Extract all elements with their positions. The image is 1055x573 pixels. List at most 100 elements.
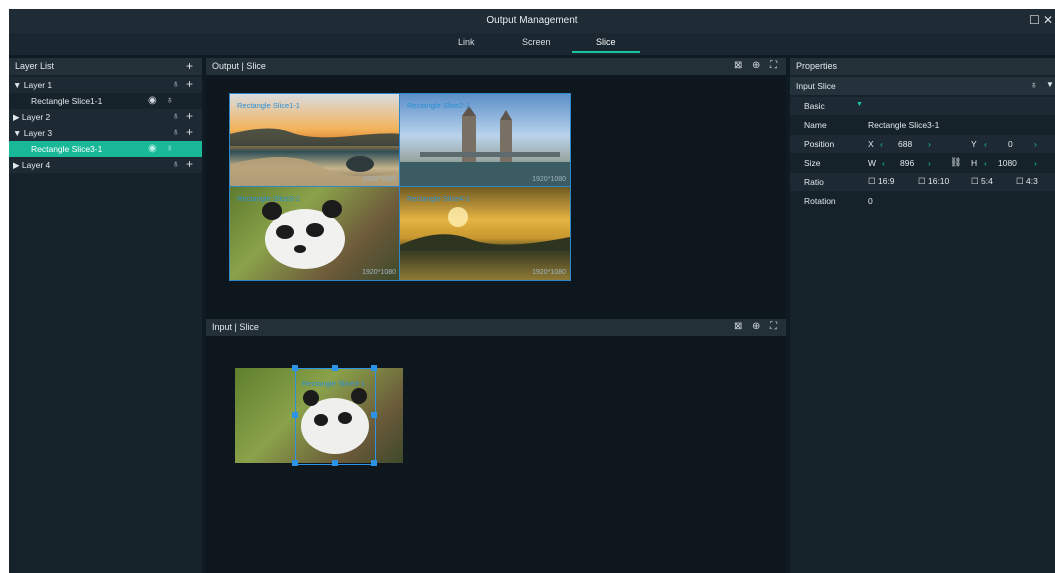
properties-panel: Properties Input Slice ♁ ▼ Basic ▼ Name … — [790, 58, 1055, 573]
layer-label: ▶ Layer 2 — [13, 112, 51, 122]
basic-label: Basic — [804, 101, 825, 111]
resize-handle[interactable] — [292, 412, 298, 418]
name-label: Name — [804, 120, 827, 130]
name-value[interactable]: Rectangle Slice3-1 — [868, 120, 939, 130]
tile-resolution: 1920*1080 — [362, 269, 396, 276]
add-slice-icon[interactable]: + — [186, 157, 193, 171]
ratio-option-16-10[interactable]: ☐ 16:10 — [918, 176, 949, 187]
x-value[interactable]: 688 — [898, 139, 912, 149]
ratio-label: Ratio — [804, 177, 824, 187]
resize-handle[interactable] — [292, 460, 298, 466]
layer-item-1[interactable]: ▼ Layer 1 ♁ + — [9, 77, 202, 93]
add-slice-icon[interactable]: + — [186, 77, 193, 91]
ratio-option-4-3[interactable]: ☐ 4:3 — [1016, 176, 1038, 187]
basic-row[interactable]: Basic ▼ — [790, 97, 1055, 115]
input-slice-section: Input Slice ♁ ▼ — [790, 77, 1055, 95]
fullscreen-icon[interactable]: ⛶ — [770, 321, 777, 332]
fullscreen-icon[interactable]: ⛶ — [770, 60, 777, 71]
resize-handle[interactable] — [332, 365, 338, 371]
layer-item-4[interactable]: ▶ Layer 4 ♁ + — [9, 157, 202, 173]
lock-icon[interactable]: ♁ — [172, 111, 180, 122]
layer-label: ▼ Layer 1 — [13, 80, 53, 90]
ratio-option-5-4[interactable]: ☐ 5:4 — [971, 176, 993, 187]
canvas-area: Output | Slice ⊠ ⊕ ⛶ Rectangle Slice1-1 … — [206, 58, 786, 573]
tile-caption: Rectangle Slice1-1 — [237, 101, 300, 110]
rotation-row: Rotation 0 — [790, 192, 1055, 210]
layer-list-header: Layer List + — [9, 58, 202, 75]
title-bar: Output Management ☐ ✕ — [9, 9, 1055, 33]
layer-list-title: Layer List — [15, 61, 55, 71]
maximize-icon[interactable]: ☐ — [1029, 13, 1040, 27]
eye-icon[interactable]: ◉ — [148, 143, 157, 154]
increment-icon[interactable]: › — [928, 139, 931, 149]
w-value[interactable]: 896 — [900, 158, 914, 168]
input-panel-title: Input | Slice — [212, 322, 259, 332]
tile-caption: Rectangle Slice4-1 — [407, 194, 470, 203]
selected-slice-box[interactable]: Rectangle Slice3-1 — [295, 368, 376, 465]
decrement-icon[interactable]: ‹ — [880, 139, 883, 149]
center-icon[interactable]: ⊕ — [752, 60, 760, 71]
input-panel-header: Input | Slice ⊠ ⊕ ⛶ — [206, 319, 786, 336]
layer-label: ▶ Layer 4 — [13, 160, 51, 170]
output-slice-tile[interactable]: Rectangle Slice1-1 1920*1080 — [229, 93, 401, 188]
add-slice-icon[interactable]: + — [186, 125, 193, 139]
ratio-option-label: 4:3 — [1025, 176, 1038, 186]
resize-handle[interactable] — [292, 365, 298, 371]
tile-caption: Rectangle Slice3-1 — [237, 194, 300, 203]
add-slice-icon[interactable]: + — [186, 109, 193, 123]
slice-label: Rectangle Slice3-1 — [31, 144, 103, 154]
eye-icon[interactable]: ◉ — [148, 95, 157, 106]
position-row: Position X ‹ 688 › Y ‹ 0 › — [790, 135, 1055, 153]
fit-icon[interactable]: ⊠ — [734, 60, 742, 71]
resize-handle[interactable] — [371, 365, 377, 371]
fit-icon[interactable]: ⊠ — [734, 321, 742, 332]
slice-item-3-1[interactable]: Rectangle Slice3-1 ◉ ♁ — [9, 141, 202, 157]
layer-item-2[interactable]: ▶ Layer 2 ♁ + — [9, 109, 202, 125]
output-slice-tile[interactable]: Rectangle Slice4-1 1920*1080 — [399, 186, 571, 281]
dropdown-icon[interactable]: ▼ — [1046, 80, 1054, 89]
tab-screen[interactable]: Screen — [522, 37, 551, 47]
y-value[interactable]: 0 — [1008, 139, 1013, 149]
slice-caption: Rectangle Slice3-1 — [302, 379, 365, 388]
output-slice-tile[interactable]: Rectangle Slice2-1 1920*1080 — [399, 93, 571, 188]
position-label: Position — [804, 139, 835, 149]
lock-icon[interactable]: ♁ — [166, 143, 174, 154]
lock-icon[interactable]: ♁ — [166, 95, 174, 106]
slice-item-1-1[interactable]: Rectangle Slice1-1 ◉ ♁ — [9, 93, 202, 109]
ratio-option-16-9[interactable]: ☐ 16:9 — [868, 176, 895, 187]
increment-icon[interactable]: › — [1034, 139, 1037, 149]
decrement-icon[interactable]: ‹ — [984, 158, 987, 168]
rotation-value[interactable]: 0 — [868, 196, 873, 206]
output-slice-tile[interactable]: Rectangle Slice3-1 1920*1080 — [229, 186, 401, 281]
increment-icon[interactable]: › — [1034, 158, 1037, 168]
tab-slice[interactable]: Slice — [596, 37, 616, 47]
window-title: Output Management — [486, 15, 578, 26]
expand-icon[interactable]: ▼ — [856, 101, 863, 108]
lock-icon[interactable]: ♁ — [172, 79, 180, 90]
resize-handle[interactable] — [371, 412, 377, 418]
h-value[interactable]: 1080 — [998, 158, 1017, 168]
resize-handle[interactable] — [332, 460, 338, 466]
ratio-option-label: 16:9 — [877, 176, 895, 186]
close-icon[interactable]: ✕ — [1043, 13, 1053, 27]
add-layer-icon[interactable]: + — [186, 59, 193, 73]
slice-label: Rectangle Slice1-1 — [31, 96, 103, 106]
resize-handle[interactable] — [371, 460, 377, 466]
lock-icon[interactable]: ♁ — [1030, 80, 1038, 91]
tab-bar: Link Screen Slice — [9, 33, 1055, 55]
layer-list-panel: Layer List + ▼ Layer 1 ♁ + Rectangle Sli… — [9, 58, 202, 573]
tab-link[interactable]: Link — [458, 37, 475, 47]
ratio-option-label: 16:10 — [927, 176, 950, 186]
h-label: H — [971, 158, 978, 168]
lock-icon[interactable]: ♁ — [172, 127, 180, 138]
output-panel-header: Output | Slice ⊠ ⊕ ⛶ — [206, 58, 786, 75]
link-icon[interactable]: ⛓ — [950, 157, 961, 168]
ratio-option-label: 5:4 — [980, 176, 993, 186]
increment-icon[interactable]: › — [928, 158, 931, 168]
name-row: Name Rectangle Slice3-1 — [790, 116, 1055, 134]
decrement-icon[interactable]: ‹ — [984, 139, 987, 149]
layer-item-3[interactable]: ▼ Layer 3 ♁ + — [9, 125, 202, 141]
lock-icon[interactable]: ♁ — [172, 159, 180, 170]
decrement-icon[interactable]: ‹ — [882, 158, 885, 168]
center-icon[interactable]: ⊕ — [752, 321, 760, 332]
